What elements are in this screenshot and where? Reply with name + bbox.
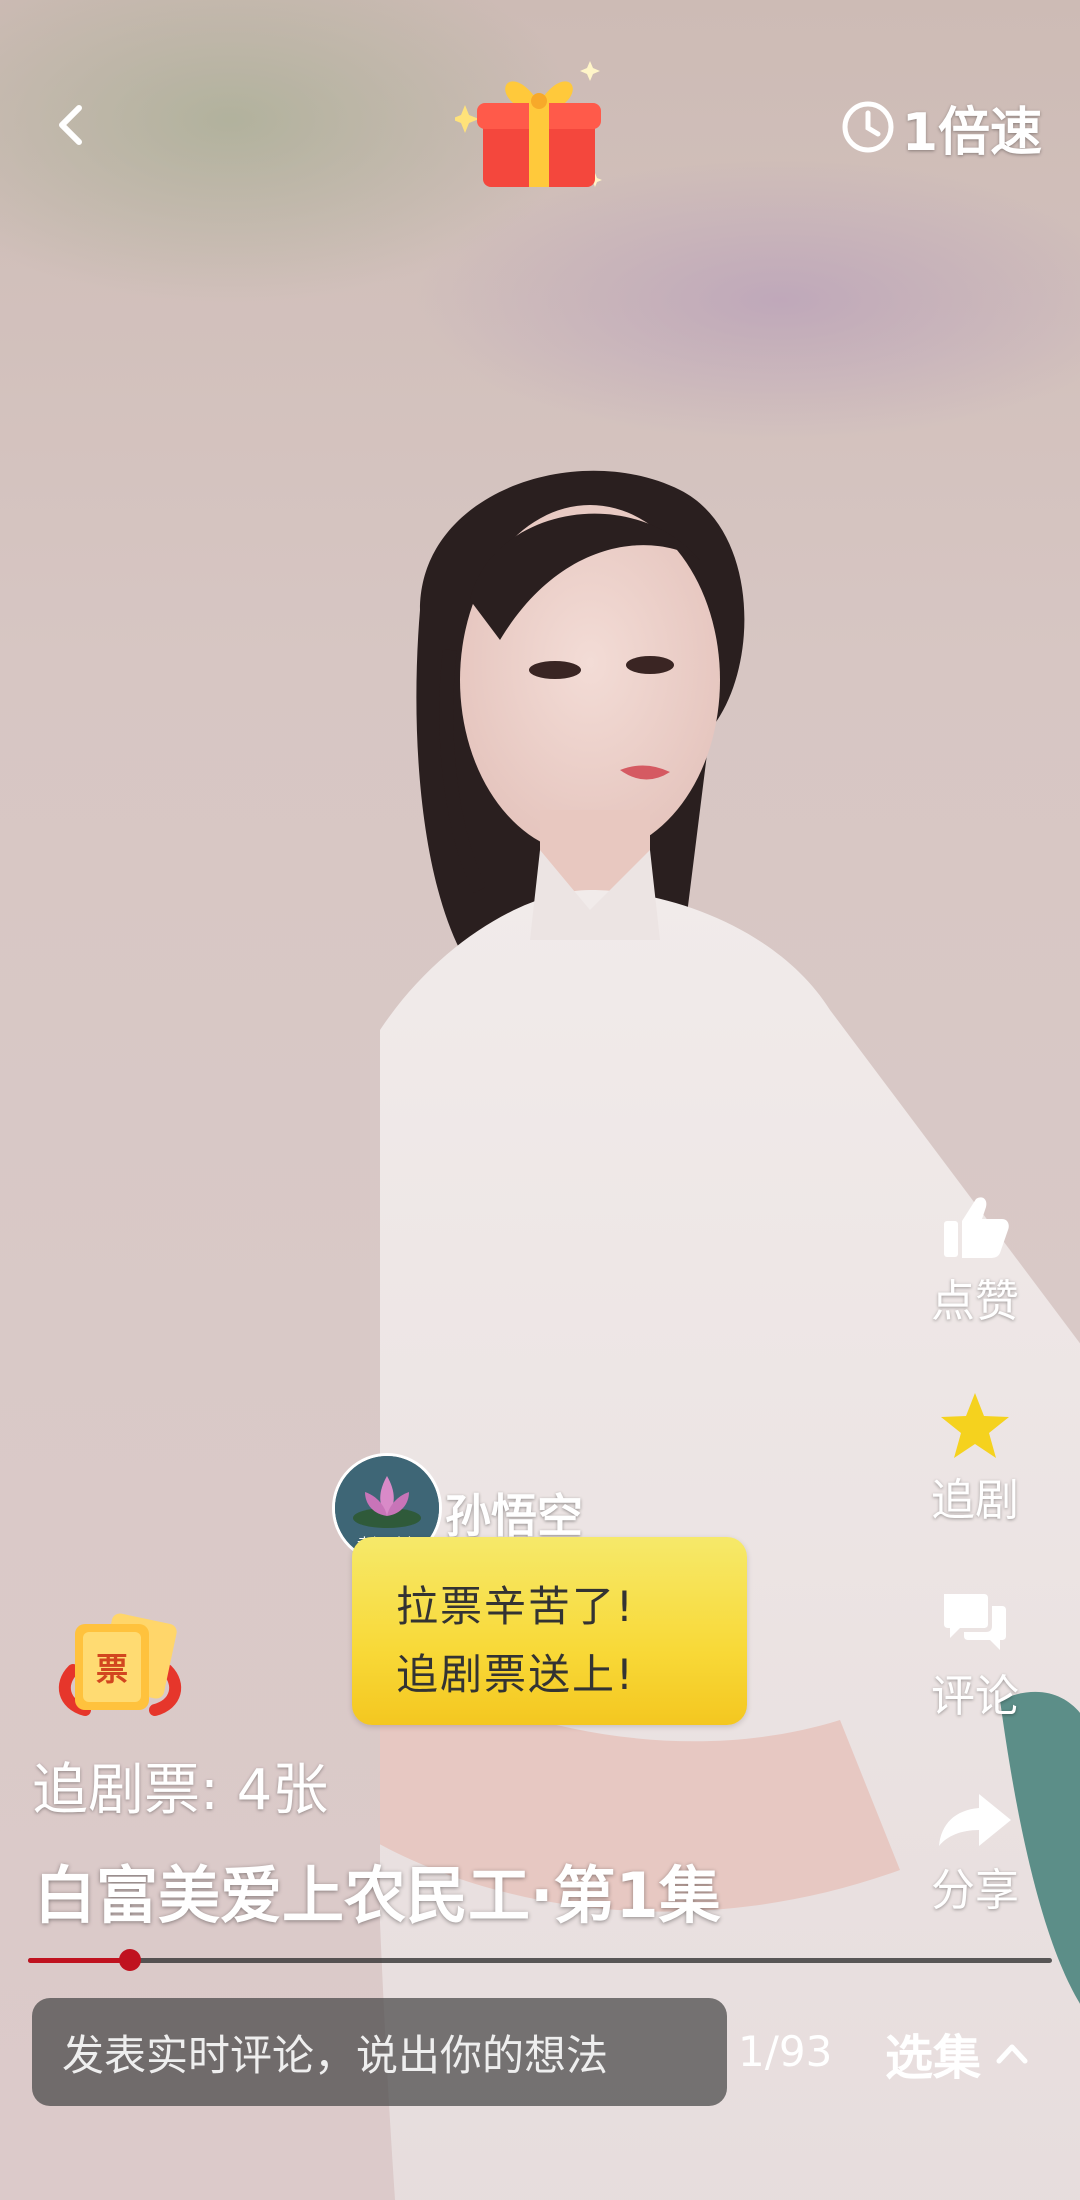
chevron-left-icon (59, 105, 82, 145)
ticket-icon[interactable]: 票 (55, 1600, 185, 1730)
select-episode-button[interactable]: 选集 (885, 2018, 1029, 2088)
episode-title: 白富美爱上农民工·第1集 (34, 1859, 721, 1932)
progress-knob[interactable] (119, 1949, 142, 1971)
gift-icon[interactable] (455, 55, 615, 195)
follow-drama-button[interactable]: 追剧 (910, 1390, 1040, 1528)
clock-icon (842, 101, 894, 153)
vote-message-line-2: 追剧票送上! (396, 1650, 635, 1699)
share-arrow-icon (939, 1794, 1011, 1846)
comment-input-placeholder: 发表实时评论，说出你的想法 (62, 2030, 609, 2080)
thumbs-up-icon (944, 1197, 1009, 1258)
share-label: 分享 (931, 1865, 1019, 1916)
select-episode-label: 选集 (885, 2030, 982, 2086)
follow-drama-label: 追剧 (931, 1475, 1019, 1526)
progress-fill (28, 1958, 131, 1963)
top-bar: 1倍速 (0, 0, 1080, 260)
vote-message-line-1: 拉票辛苦了! (396, 1582, 635, 1631)
progress-bar[interactable] (28, 1949, 1052, 1971)
comment-label: 评论 (931, 1671, 1019, 1722)
share-button[interactable]: 分享 (910, 1790, 1040, 1918)
comment-button[interactable]: 评论 (910, 1590, 1040, 1724)
ticket-icon-text: 票 (96, 1650, 128, 1688)
like-button[interactable]: 点赞 (910, 1195, 1040, 1329)
video-scene-person (380, 470, 1080, 2200)
vote-message-bubble: 拉票辛苦了! 追剧票送上! (352, 1537, 747, 1725)
star-icon (941, 1393, 1009, 1458)
chat-bubbles-icon (944, 1594, 1006, 1650)
back-button[interactable] (40, 90, 100, 160)
episode-counter: 1/93 (738, 2027, 833, 2076)
playback-speed-label: 1倍速 (901, 102, 1042, 163)
comment-input[interactable]: 发表实时评论，说出你的想法 (32, 1998, 727, 2106)
playback-speed-button[interactable]: 1倍速 (840, 92, 1042, 163)
ticket-count: 追剧票: 4张 (32, 1758, 329, 1823)
like-label: 点赞 (931, 1276, 1019, 1327)
chevron-up-icon (996, 2044, 1028, 2064)
